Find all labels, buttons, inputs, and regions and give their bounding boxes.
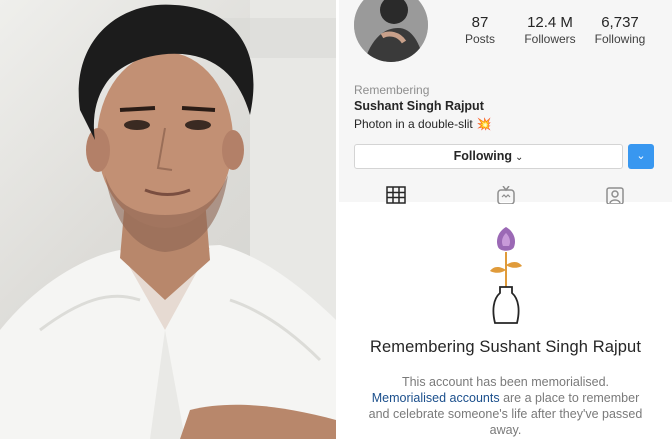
stat-followers[interactable]: 12.4 M Followers [510,14,590,46]
memorial-description: This account has been memorialised. Memo… [339,374,672,438]
memorial-line-3: and celebrate someone's life after they'… [368,407,643,421]
memorial-section: Remembering Sushant Singh Rajput This ac… [339,205,672,439]
memorialised-accounts-link[interactable]: Memorialised accounts [372,391,500,405]
chevron-down-icon: ⌄ [636,150,646,162]
profile-name: Sushant Singh Rajput [354,99,484,113]
profile-bio: Photon in a double-slit 💥 [354,117,492,131]
portrait-photo [0,0,336,439]
memorial-line-1: This account has been memorialised. [401,375,610,389]
grid-icon[interactable] [385,186,407,204]
followers-count: 12.4 M [527,14,573,31]
followers-label: Followers [524,32,576,46]
following-button[interactable]: Following ⌄ [354,144,623,169]
portrait-illustration [0,0,336,439]
bio-text: Photon in a double-slit [354,117,473,131]
memorial-line-4: away. [489,423,522,437]
memorial-flower-vase-icon [490,227,522,324]
remembering-label: Remembering [354,83,430,97]
avatar-image [354,0,428,62]
following-button-label: Following [453,149,512,163]
igtv-icon[interactable] [495,186,517,204]
memorial-line-2-rest: are a place to remember [499,391,640,405]
posts-label: Posts [464,32,495,46]
stat-posts[interactable]: 87 Posts [440,14,520,46]
avatar[interactable] [354,0,428,62]
chevron-down-icon: ⌄ [514,152,524,163]
tagged-icon[interactable] [604,186,626,204]
stat-following[interactable]: 6,737 Following [580,14,660,46]
memorial-line-2: Memorialised accounts are a place to rem… [339,390,672,406]
following-count: 6,737 [601,14,639,31]
memorial-title: Remembering Sushant Singh Rajput [369,338,642,356]
suggested-dropdown-button[interactable]: ⌄ [628,144,654,169]
following-label: Following [594,32,646,46]
collision-emoji-icon: 💥 [476,117,492,131]
posts-count: 87 [471,14,489,31]
profile-header: 87 Posts 12.4 M Followers 6,737 Followin… [339,0,672,204]
